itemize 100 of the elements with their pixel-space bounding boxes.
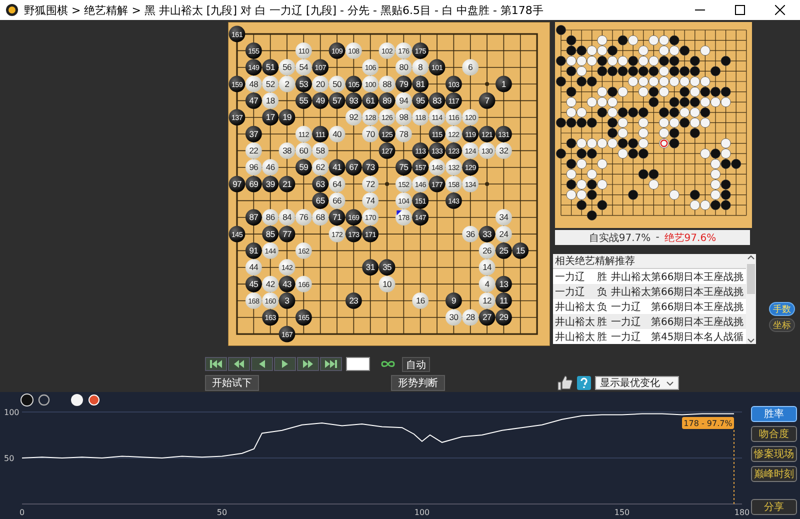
move-number-field[interactable] xyxy=(346,357,370,371)
separator-text: - xyxy=(656,232,660,243)
scrollbar[interactable] xyxy=(746,254,756,344)
go-stone: 80 xyxy=(396,59,412,76)
go-stone: 54 xyxy=(295,59,312,76)
close-icon xyxy=(775,5,785,15)
recommendation-row[interactable]: 一力辽 负 井山裕太第66期日本王座战挑 xyxy=(553,284,746,299)
go-stone: 8 xyxy=(412,59,429,76)
chart-tab[interactable]: 吻合度 xyxy=(751,426,797,442)
go-stone: 66 xyxy=(328,192,346,209)
go-stone: 14 xyxy=(478,259,496,276)
fast-back-button[interactable] xyxy=(228,357,250,371)
go-stone: 95 xyxy=(412,92,429,109)
help-icon[interactable] xyxy=(577,376,591,390)
event-name: 第45期日本名人战循 xyxy=(651,330,745,344)
go-stone: 93 xyxy=(346,92,362,109)
last-move-button[interactable] xyxy=(320,357,342,371)
share-button[interactable]: 分享 xyxy=(751,499,797,515)
go-stone: 91 xyxy=(245,242,262,259)
go-stone: 70 xyxy=(362,126,379,142)
variation-dropdown[interactable]: 显示最优变化 xyxy=(595,376,679,390)
go-stone: 68 xyxy=(312,209,329,226)
first-move-button[interactable] xyxy=(205,357,227,371)
list-title: 相关绝艺精解推荐 xyxy=(555,254,635,268)
forward-button[interactable] xyxy=(274,357,296,371)
recommendation-row[interactable]: 井山裕太 负 一力辽 第66期日本王座战挑 xyxy=(553,299,746,314)
go-stone: 56 xyxy=(278,59,296,76)
go-stone: 58 xyxy=(312,142,329,159)
scroll-up-icon[interactable] xyxy=(747,254,755,260)
go-stone: 98 xyxy=(396,109,412,126)
try-moves-button[interactable]: 开始试下 xyxy=(205,375,259,391)
go-stone: 33 xyxy=(478,226,496,242)
recommendation-row[interactable]: 井山裕太 胜 一力辽 第45期日本名人战循 xyxy=(553,329,746,344)
fast-forward-button[interactable] xyxy=(297,357,319,371)
go-stone: 23 xyxy=(346,292,362,309)
go-stone: 27 xyxy=(478,309,496,326)
maximize-icon xyxy=(735,5,745,15)
recommendation-row[interactable]: 一力辽 胜 井山裕太第66期日本王座战挑 xyxy=(553,269,746,284)
chart-tab[interactable]: 巅峰时刻 xyxy=(751,466,797,482)
go-stone: 34 xyxy=(496,209,512,226)
game-result: 胜 xyxy=(597,316,608,328)
display-toggle[interactable]: 坐标 xyxy=(769,318,795,332)
go-stone: 85 xyxy=(262,226,279,242)
go-stone: 32 xyxy=(496,142,512,159)
event-name: 第66期日本王座战挑 xyxy=(651,286,745,298)
go-stone: 47 xyxy=(245,92,262,109)
go-stone: 92 xyxy=(346,109,362,126)
go-stone: 39 xyxy=(262,176,279,192)
rewind-icon xyxy=(233,360,245,368)
game-result: 胜 xyxy=(597,330,608,344)
player-name: 井山裕太 xyxy=(555,316,596,328)
skip-forward-icon xyxy=(325,360,337,368)
marker-icon[interactable] xyxy=(88,394,100,406)
go-stone: 28 xyxy=(462,309,479,326)
auto-play-button[interactable]: 自动 xyxy=(402,356,430,372)
go-stone-icon[interactable] xyxy=(70,393,84,407)
go-stone: 24 xyxy=(496,226,512,242)
go-stone: 1 xyxy=(496,76,512,92)
go-stone: 86 xyxy=(262,209,279,226)
opponent-name: 井山裕太 xyxy=(611,286,651,298)
go-stone: 25 xyxy=(496,242,512,259)
x-tick-label: 180 xyxy=(734,508,750,517)
x-tick-label: 50 xyxy=(216,508,228,517)
go-stone: 57 xyxy=(328,92,346,109)
go-stone: 89 xyxy=(378,92,396,109)
go-stone: 97 xyxy=(228,176,246,192)
go-stone: 50 xyxy=(328,76,346,92)
go-stone: 11 xyxy=(496,292,512,309)
go-stone: 74 xyxy=(362,192,379,209)
back-button[interactable] xyxy=(251,357,273,371)
go-stone: 75 xyxy=(396,159,412,176)
go-stone: 26 xyxy=(478,242,496,259)
opponent-name: 一力辽 xyxy=(611,316,642,328)
go-stone-icon[interactable] xyxy=(20,393,34,407)
go-stone: 60 xyxy=(295,142,312,159)
go-stone: 13 xyxy=(496,276,512,292)
go-stone: 87 xyxy=(245,209,262,226)
ai-winrate: 绝艺97.6% xyxy=(664,232,716,244)
go-stone: 21 xyxy=(278,176,296,192)
position-judgement-button[interactable]: 形势判断 xyxy=(391,375,445,391)
recommendation-row[interactable]: 井山裕太 胜 一力辽 第66期日本王座战挑 xyxy=(553,314,746,329)
go-stone: 19 xyxy=(278,109,296,126)
go-stone: 29 xyxy=(496,309,512,326)
chart-tab[interactable]: 胜率 xyxy=(751,406,797,422)
opponent-name: 一力辽 xyxy=(611,330,642,344)
go-board[interactable] xyxy=(228,22,550,346)
chart-tab[interactable]: 惨案现场 xyxy=(751,446,797,462)
scroll-down-icon[interactable] xyxy=(747,338,755,344)
caret-icon xyxy=(666,380,674,386)
go-stone: 2 xyxy=(278,76,296,92)
loop-icon[interactable] xyxy=(381,360,395,368)
window-title: 野狐围棋 > 绝艺精解 > 黑 井山裕太 [九段] 对 白 一力辽 [九段] - 分先 - 黑贴6.5目 - 白 中盘胜 - 第178手 xyxy=(24,2,544,18)
thumbs-up-icon[interactable] xyxy=(557,375,573,391)
y-tick-label: 50 xyxy=(4,454,14,463)
circle-icon[interactable] xyxy=(38,394,50,406)
go-stone: 43 xyxy=(278,276,296,292)
go-stone: 12 xyxy=(478,292,496,309)
go-stone: 17 xyxy=(262,109,279,126)
current-move-tag: 178 - 97.7% xyxy=(682,417,734,429)
go-stone: 35 xyxy=(378,259,396,276)
